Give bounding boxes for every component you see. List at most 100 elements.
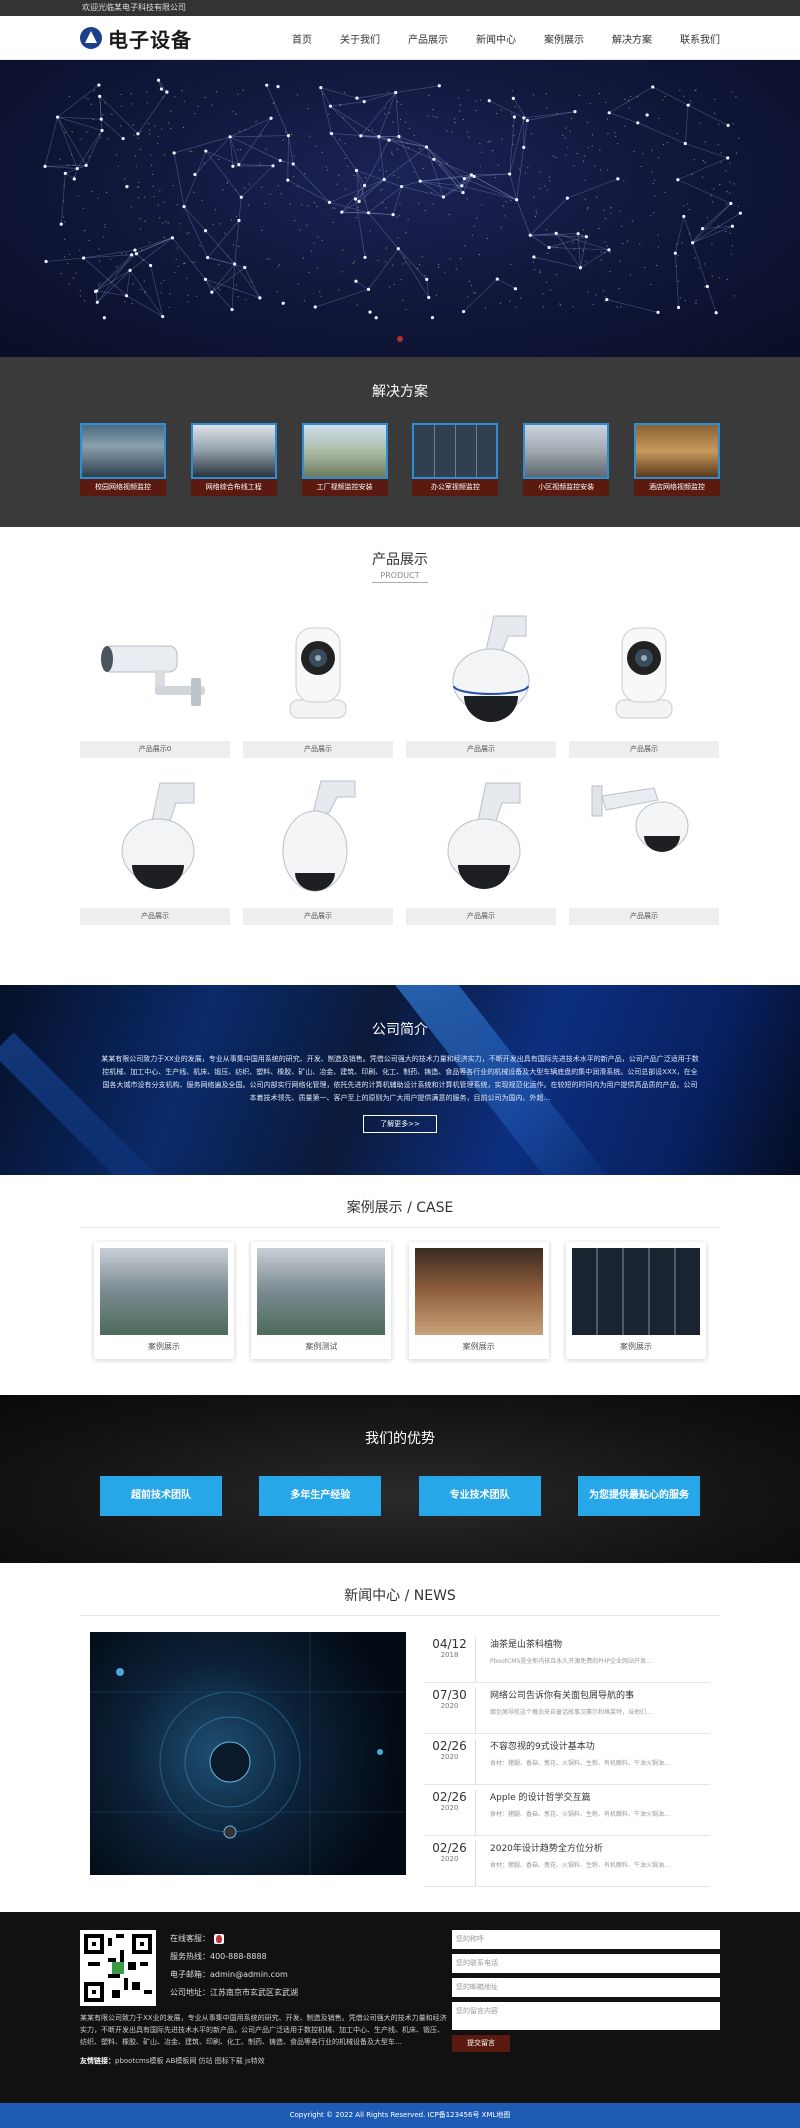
news-summary: 食材：猪腿、香菇、葱花、火锅料、生粉、有机酿料、牛油火锅油… bbox=[490, 1811, 671, 1818]
solution-image bbox=[80, 423, 166, 479]
name-input[interactable]: 您的称呼 bbox=[452, 1930, 720, 1949]
logo-icon bbox=[80, 27, 102, 49]
news-feature-image[interactable] bbox=[90, 1632, 406, 1875]
news-item[interactable]: 02/26 2020 2020年设计趋势全方位分析 食材：猪腿、香菇、葱花、火锅料、… bbox=[424, 1836, 710, 1887]
news-item[interactable]: 04/12 2018 油茶是山茶科植物 PbootCMS是全新内核且永久开源免费的P… bbox=[424, 1632, 710, 1683]
news-headline[interactable]: 油茶是山茶科植物 bbox=[490, 1637, 652, 1650]
ptz-camera-image bbox=[569, 601, 719, 741]
news-date: 02/26 bbox=[432, 1739, 467, 1753]
message-form: 您的称呼 您的联系电话 您的邮箱地址 您的留言内容 提交留言 bbox=[452, 1930, 720, 2066]
news-headline[interactable]: Apple 的设计哲学交互篇 bbox=[490, 1790, 670, 1803]
products-title: 产品展示 bbox=[372, 552, 428, 568]
nav-item-contact[interactable]: 联系我们 bbox=[680, 31, 720, 46]
solutions-section: 解决方案 校园网络视频监控 网络综合布线工程 工厂视频监控安装 办公室视频监控 … bbox=[0, 357, 800, 527]
advantage-item[interactable]: 专业技术团队 bbox=[418, 1476, 541, 1516]
dome-camera-image bbox=[406, 768, 556, 908]
case-item[interactable]: 案例展示 bbox=[94, 1242, 234, 1359]
news-date: 02/26 bbox=[432, 1790, 467, 1804]
case-item[interactable]: 案例展示 bbox=[565, 1242, 706, 1359]
solution-caption: 工厂视频监控安装 bbox=[301, 479, 388, 496]
solution-image bbox=[190, 423, 277, 479]
nav-item-solutions[interactable]: 解决方案 bbox=[612, 31, 652, 46]
copyright-bar: Copyright © 2022 All Rights Reserved. IC… bbox=[0, 2103, 800, 2128]
solution-item[interactable]: 小区视频监控安装 bbox=[523, 423, 610, 496]
product-item[interactable]: 产品展示 bbox=[80, 768, 230, 925]
product-item[interactable]: 产品展示 bbox=[569, 768, 719, 925]
qr-code bbox=[80, 1930, 156, 2006]
solution-caption: 网络综合布线工程 bbox=[190, 479, 277, 496]
news-item[interactable]: 02/26 2020 Apple 的设计哲学交互篇 食材：猪腿、香菇、葱花、火锅料、… bbox=[424, 1785, 710, 1836]
solution-caption: 校园网络视频监控 bbox=[80, 479, 166, 496]
nav-item-news[interactable]: 新闻中心 bbox=[476, 31, 516, 46]
products-subtitle: PRODUCT bbox=[372, 571, 428, 583]
email-input[interactable]: 您的邮箱地址 bbox=[452, 1978, 720, 1997]
hero-banner bbox=[0, 60, 800, 357]
news-headline[interactable]: 网络公司告诉你有关面包屑导航的事 bbox=[490, 1688, 652, 1701]
friend-links-list[interactable]: pbootcms模板 AB模板网 仿站 图标下载 js特效 bbox=[115, 2057, 265, 2065]
main-nav: 首页 关于我们 产品展示 新闻中心 案例展示 解决方案 联系我们 bbox=[292, 31, 720, 46]
world-network-map bbox=[43, 78, 742, 320]
case-image bbox=[257, 1248, 386, 1335]
product-item[interactable]: 产品展示0 bbox=[80, 601, 230, 758]
product-item[interactable]: 产品展示 bbox=[243, 601, 393, 758]
product-caption: 产品展示 bbox=[243, 741, 393, 758]
learn-more-button[interactable]: 了解更多>> bbox=[363, 1115, 437, 1133]
qq-icon[interactable] bbox=[214, 1933, 224, 1944]
message-textarea[interactable]: 您的留言内容 bbox=[452, 2002, 720, 2030]
product-caption: 产品展示 bbox=[243, 908, 393, 925]
advantage-title: 我们的优势 bbox=[365, 1431, 435, 1447]
footer-intro: 某某有限公司致力于XX业的发展，专业从事集中国用系统的研究、开发、制造及销售。凭… bbox=[80, 2014, 447, 2046]
news-date: 02/26 bbox=[432, 1841, 467, 1855]
news-year: 2018 bbox=[440, 1651, 459, 1659]
online-service-label: 在线客服： bbox=[170, 1934, 210, 1943]
product-item[interactable]: 产品展示 bbox=[243, 768, 393, 925]
dome-camera-image bbox=[80, 768, 230, 908]
product-caption: 产品展示0 bbox=[80, 741, 230, 758]
solution-item[interactable]: 校园网络视频监控 bbox=[80, 423, 166, 496]
speed-dome-camera-image bbox=[243, 768, 393, 908]
news-summary: 面包屑导航这个概念来自童话故事汉赛尔和格莱特，当他们… bbox=[490, 1709, 653, 1716]
solution-image bbox=[633, 423, 720, 479]
news-title: 新闻中心 / NEWS bbox=[80, 1585, 720, 1616]
nav-item-home[interactable]: 首页 bbox=[292, 31, 312, 46]
solution-item[interactable]: 酒店网络视频监控 bbox=[633, 423, 720, 496]
advantage-item[interactable]: 超前技术团队 bbox=[100, 1476, 222, 1516]
about-title: 公司简介 bbox=[372, 1022, 428, 1038]
footer: 在线客服： 服务热线：400-888-8888 电子邮箱：admin@admin… bbox=[0, 1912, 800, 2103]
nav-item-cases[interactable]: 案例展示 bbox=[544, 31, 584, 46]
solution-caption: 办公室视频监控 bbox=[412, 479, 499, 496]
case-item[interactable]: 案例展示 bbox=[408, 1242, 549, 1359]
copyright-text: Copyright © 2022 All Rights Reserved. IC… bbox=[289, 2111, 511, 2119]
slider-dot-active[interactable] bbox=[397, 336, 403, 342]
phone-input[interactable]: 您的联系电话 bbox=[452, 1954, 720, 1973]
news-item[interactable]: 02/26 2020 不容忽视的9式设计基本功 食材：猪腿、香菇、葱花、火锅料、生粉… bbox=[424, 1734, 710, 1785]
dome-camera-image bbox=[406, 601, 556, 741]
case-image bbox=[414, 1248, 543, 1335]
product-item[interactable]: 产品展示 bbox=[406, 768, 556, 925]
product-item[interactable]: 产品展示 bbox=[406, 601, 556, 758]
news-date: 04/12 bbox=[432, 1637, 467, 1651]
advantage-item[interactable]: 多年生产经验 bbox=[259, 1476, 382, 1516]
logo[interactable]: 电子设备 bbox=[80, 24, 192, 53]
friend-links-label: 友情链接： bbox=[80, 2057, 115, 2065]
solution-item[interactable]: 网络综合布线工程 bbox=[190, 423, 277, 496]
submit-message-button[interactable]: 提交留言 bbox=[452, 2035, 510, 2052]
news-headline[interactable]: 2020年设计趋势全方位分析 bbox=[490, 1841, 670, 1854]
case-item[interactable]: 案例测试 bbox=[251, 1242, 392, 1359]
case-caption: 案例展示 bbox=[619, 1342, 652, 1351]
news-year: 2020 bbox=[440, 1702, 459, 1710]
nav-item-about[interactable]: 关于我们 bbox=[340, 31, 380, 46]
news-list: 04/12 2018 油茶是山茶科植物 PbootCMS是全新内核且永久开源免费的P… bbox=[424, 1632, 710, 1887]
about-text: 某某有限公司致力于XX业的发展，专业从事集中国用系统的研究、开发、制造及销售。凭… bbox=[101, 1055, 699, 1102]
news-headline[interactable]: 不容忽视的9式设计基本功 bbox=[490, 1739, 670, 1752]
solution-item[interactable]: 工厂视频监控安装 bbox=[301, 423, 388, 496]
advantage-section: 我们的优势 超前技术团队 多年生产经验 专业技术团队 为您提供最贴心的服务 bbox=[0, 1395, 800, 1563]
contact-address: 公司地址：江苏南京市玄武区玄武湖 bbox=[170, 1988, 298, 1997]
product-item[interactable]: 产品展示 bbox=[569, 601, 719, 758]
solution-item[interactable]: 办公室视频监控 bbox=[412, 423, 499, 496]
case-image bbox=[100, 1248, 228, 1335]
case-caption: 案例测试 bbox=[305, 1342, 338, 1351]
advantage-item[interactable]: 为您提供最贴心的服务 bbox=[577, 1476, 700, 1516]
news-item[interactable]: 07/30 2020 网络公司告诉你有关面包屑导航的事 面包屑导航这个概念来自童话故… bbox=[424, 1683, 710, 1734]
nav-item-products[interactable]: 产品展示 bbox=[408, 31, 448, 46]
